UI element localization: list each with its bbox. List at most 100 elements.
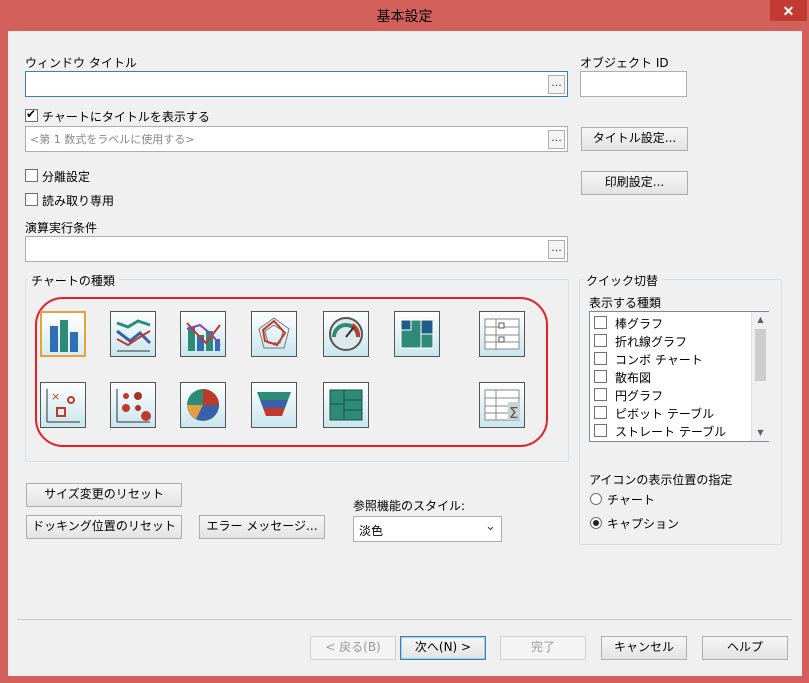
cancel-button[interactable]: キャンセル [601, 636, 687, 660]
lookup-style-select[interactable]: 淡色 ⌄ [353, 516, 502, 542]
chart-type-bar[interactable] [40, 311, 86, 357]
pivot-table-icon [484, 318, 520, 350]
list-item-checkbox[interactable] [594, 388, 607, 401]
list-item-checkbox[interactable] [594, 334, 607, 347]
reset-size-button[interactable]: サイズ変更のリセット [26, 483, 182, 507]
line-chart-icon [116, 319, 152, 352]
mekko-chart-icon [329, 389, 363, 421]
lookup-style-label: 参照機能のスタイル: [353, 499, 466, 513]
caption-radio-label: キャプション [607, 517, 680, 531]
chart-type-grid[interactable] [110, 382, 156, 428]
chart-type-pie[interactable] [180, 382, 226, 428]
detach-checkbox[interactable] [25, 169, 38, 182]
chart-type-scatter[interactable]: × [40, 382, 86, 428]
window-title-browse-button[interactable]: ... [548, 75, 565, 94]
scroll-up-arrow-icon[interactable]: ▲ [752, 313, 769, 327]
list-item[interactable]: 円グラフ [593, 386, 748, 404]
funnel-chart-icon [257, 392, 291, 416]
checkmark-icon: ✔ [26, 107, 37, 121]
lookup-style-value: 淡色 [359, 524, 384, 538]
reset-docking-button[interactable]: ドッキング位置のリセット [26, 515, 182, 539]
object-id-label: オブジェクト ID [580, 56, 669, 70]
gauge-chart-icon [329, 317, 363, 351]
chart-type-block[interactable] [394, 311, 440, 357]
show-title-label: チャートにタイトルを表示する [42, 110, 210, 124]
chart-type-combo[interactable] [180, 311, 226, 357]
dialog-client-area: ウィンドウ タイトル ... オブジェクト ID ✔ チャートにタイトルを表示す… [8, 31, 802, 676]
chart-type-mekko[interactable] [323, 382, 369, 428]
next-button[interactable]: 次へ(N) > [400, 636, 486, 660]
list-item-checkbox[interactable] [594, 424, 607, 437]
list-scrollbar[interactable]: ▲ ▼ [751, 312, 769, 441]
svg-text:×: × [51, 390, 60, 403]
list-item-checkbox[interactable] [594, 352, 607, 365]
show-title-checkbox[interactable]: ✔ [25, 107, 38, 122]
list-item-label: ストレート テーブル [615, 425, 727, 439]
caption-radio[interactable] [590, 517, 602, 529]
radar-chart-icon [258, 317, 290, 349]
radio-selected-dot [593, 520, 599, 526]
chevron-down-icon: ⌄ [485, 519, 496, 534]
window-title: 基本設定 [376, 9, 433, 25]
list-item-checkbox[interactable] [594, 316, 607, 329]
chart-types-group-label: チャートの種類 [28, 272, 118, 289]
finish-button[interactable]: 完了 [500, 636, 586, 660]
chart-radio[interactable] [590, 493, 602, 505]
list-item-label: 散布図 [615, 371, 652, 385]
calc-condition-browse-button[interactable]: ... [548, 240, 565, 259]
chart-type-straight-table[interactable]: Σ [479, 382, 525, 428]
list-item-checkbox[interactable] [594, 370, 607, 383]
title-settings-button[interactable]: タイトル設定... [581, 127, 688, 151]
readonly-checkbox[interactable] [25, 193, 38, 206]
list-item-label: コンボ チャート [615, 353, 703, 367]
object-id-input[interactable] [580, 71, 687, 97]
window-title-input[interactable] [25, 71, 568, 97]
list-item[interactable]: ストレート テーブル [593, 422, 748, 440]
quick-change-group-label: クイック切替 [583, 272, 662, 289]
combo-chart-icon [186, 322, 221, 351]
title-bar: 基本設定 ✕ [0, 0, 809, 31]
print-settings-button[interactable]: 印刷設定... [581, 171, 688, 195]
icon-position-label: アイコンの表示位置の指定 [589, 473, 733, 487]
window-title-label: ウィンドウ タイトル [25, 56, 137, 70]
svg-text:Σ: Σ [509, 404, 518, 422]
list-item[interactable]: 棒グラフ [593, 314, 748, 332]
chart-type-gauge[interactable] [323, 311, 369, 357]
scroll-down-arrow-icon[interactable]: ▼ [752, 426, 769, 440]
detach-label: 分離設定 [42, 170, 91, 184]
calc-condition-input[interactable] [25, 236, 568, 262]
title-expression-input[interactable]: <第 1 数式をラベルに使用する> [25, 126, 568, 152]
close-button[interactable]: ✕ [770, 0, 807, 21]
list-item[interactable]: 折れ線グラフ [593, 332, 748, 350]
display-types-label: 表示する種類 [589, 296, 662, 310]
readonly-label: 読み取り専用 [42, 194, 115, 208]
footer-separator [17, 619, 792, 620]
list-item-label: 折れ線グラフ [615, 335, 688, 349]
list-item-label: 円グラフ [615, 389, 664, 403]
pie-chart-icon [187, 389, 219, 421]
scatter-chart-icon: × [46, 389, 80, 423]
chart-type-line[interactable] [110, 311, 156, 357]
error-message-button[interactable]: エラー メッセージ... [199, 515, 325, 539]
block-chart-icon [400, 319, 434, 349]
list-item[interactable]: 散布図 [593, 368, 748, 386]
help-button[interactable]: ヘルプ [702, 636, 788, 660]
display-types-list[interactable]: 棒グラフ 折れ線グラフ コンボ チャート 散布図 円グラフ ピボット テーブル … [589, 311, 769, 442]
straight-table-icon: Σ [484, 389, 520, 422]
list-item[interactable]: ピボット テーブル [593, 404, 748, 422]
title-expression-browse-button[interactable]: ... [548, 130, 565, 149]
bar-chart-icon [50, 320, 78, 352]
list-item-label: ピボット テーブル [615, 407, 715, 421]
chart-type-radar[interactable] [251, 311, 297, 357]
list-item-checkbox[interactable] [594, 406, 607, 419]
chart-type-pivot-table[interactable] [479, 311, 525, 357]
list-item-label: 棒グラフ [615, 317, 664, 331]
scroll-thumb[interactable] [755, 329, 766, 381]
title-expression-placeholder: <第 1 数式をラベルに使用する> [30, 133, 195, 146]
list-item[interactable]: コンボ チャート [593, 350, 748, 368]
chart-type-funnel[interactable] [251, 382, 297, 428]
calc-condition-label: 演算実行条件 [25, 221, 98, 235]
chart-radio-label: チャート [607, 493, 655, 507]
grid-chart-icon [116, 389, 151, 423]
back-button[interactable]: < 戻る(B) [310, 636, 396, 660]
